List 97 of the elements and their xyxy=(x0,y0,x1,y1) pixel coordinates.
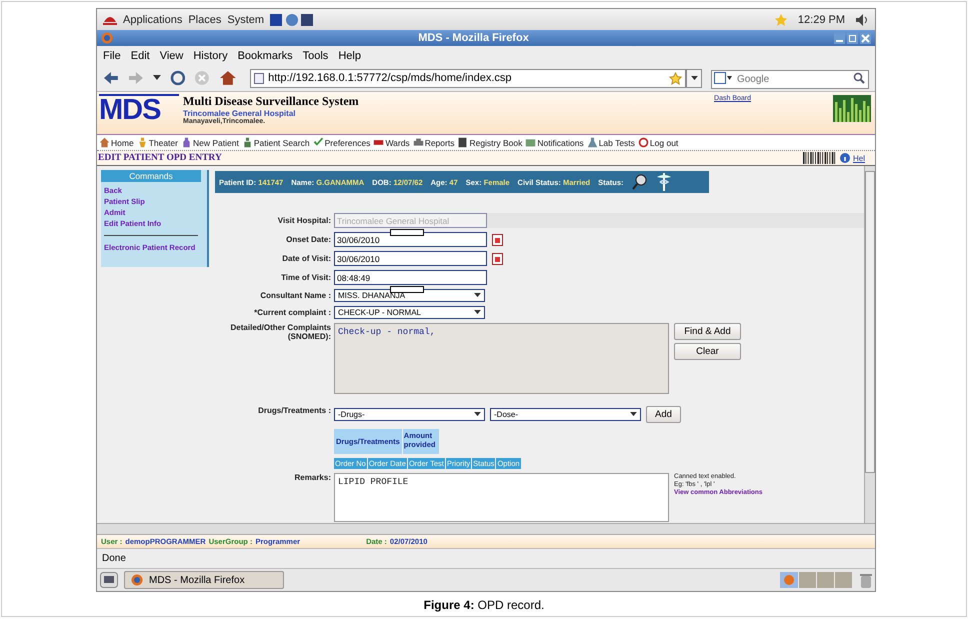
calendar-icon[interactable] xyxy=(492,234,503,246)
field-label: Date of Visit: xyxy=(281,254,331,263)
hospital-name: Trincomalee General Hospital xyxy=(183,109,296,118)
nav-link[interactable]: Registry Book xyxy=(457,137,522,148)
caret-icon xyxy=(474,293,481,298)
page-icon xyxy=(254,72,264,84)
menu-item[interactable]: File xyxy=(103,50,121,62)
globe-icon xyxy=(101,32,113,44)
caret-icon xyxy=(474,412,481,417)
maximize-icon[interactable] xyxy=(847,32,858,44)
commands-header: Commands xyxy=(101,170,201,182)
barcode-icon xyxy=(802,152,837,164)
trash-icon[interactable] xyxy=(860,572,872,588)
caret-icon[interactable] xyxy=(152,75,161,81)
logo: MDS xyxy=(99,94,179,124)
workspace-switcher-icon[interactable] xyxy=(780,572,854,588)
date-field[interactable]: 30/06/2010 xyxy=(334,251,487,266)
minimize-icon[interactable] xyxy=(834,32,845,44)
checkmark-icon xyxy=(312,137,324,148)
panel-menu[interactable]: Places xyxy=(188,14,222,26)
status-text: Done xyxy=(102,553,126,564)
remarks-textarea[interactable]: LIPID PROFILE xyxy=(334,473,669,522)
field-label: Consultant Name : xyxy=(259,291,331,300)
reload-icon[interactable] xyxy=(170,70,186,86)
form-button[interactable]: Find & Add xyxy=(674,323,741,340)
drugs-select[interactable]: -Drugs- xyxy=(334,408,485,421)
nav-link[interactable]: Notifications xyxy=(525,137,584,148)
window-title: MDS - Mozilla Firefox xyxy=(417,32,530,44)
engine-icon[interactable] xyxy=(714,72,732,84)
form-button[interactable]: Clear xyxy=(674,343,741,360)
help-link[interactable]: Hel xyxy=(852,154,865,162)
field-label: Detailed/Other Complaints (SNOMED): xyxy=(230,323,331,341)
caret-icon xyxy=(474,310,481,315)
star-icon[interactable] xyxy=(669,72,682,84)
star-icon[interactable] xyxy=(774,12,788,26)
complaints-textarea[interactable]: Check-up - normal, xyxy=(334,323,669,394)
text-field[interactable]: 08:48:49 xyxy=(334,270,487,285)
taskbar-window-button[interactable]: MDS - Mozilla Firefox xyxy=(124,571,284,589)
nav-link[interactable]: Theater xyxy=(136,137,178,148)
page-title: EDIT PATIENT OPD ENTRY xyxy=(98,153,222,163)
menu-item[interactable]: Tools xyxy=(302,50,328,62)
magnifier-icon[interactable] xyxy=(632,174,648,190)
no-sign-icon xyxy=(638,137,649,148)
caret-icon xyxy=(630,412,637,417)
speaker-icon[interactable] xyxy=(855,12,869,26)
redaction-box xyxy=(390,286,424,293)
caret-icon xyxy=(690,76,698,80)
menu-item[interactable]: View xyxy=(160,50,184,62)
nav-link[interactable]: Reports xyxy=(412,137,454,148)
bar-chart-icon[interactable] xyxy=(833,95,871,122)
nav-link[interactable]: Log out xyxy=(638,137,678,148)
field-label: Remarks: xyxy=(294,473,331,482)
field-label: *Current complaint : xyxy=(253,308,331,317)
house-icon xyxy=(99,137,110,148)
system-title: Multi Disease Surveillance System xyxy=(183,94,359,109)
flask-icon xyxy=(586,137,598,148)
figure-caption: Figure 4: OPD record. xyxy=(422,598,546,612)
address-field[interactable]: http://192.168.0.1:57772/csp/mds/home/index.csp xyxy=(250,68,686,88)
redaction-box xyxy=(390,229,424,236)
panel-menu[interactable]: Applications xyxy=(123,14,182,26)
nav-link[interactable]: Lab Tests xyxy=(586,137,635,148)
nav-link[interactable]: Wards xyxy=(373,137,410,148)
help-icon[interactable] xyxy=(840,153,850,163)
select-field[interactable]: MISS. DHANANJA xyxy=(334,289,485,302)
search-icon[interactable] xyxy=(852,72,865,84)
menu-item[interactable]: Bookmarks xyxy=(238,50,293,62)
field-label: Time of Visit: xyxy=(280,273,331,282)
nav-link[interactable]: Patient Search xyxy=(242,137,310,148)
globe-icon xyxy=(131,574,143,586)
bottle-icon xyxy=(180,137,192,148)
close-icon[interactable] xyxy=(860,32,871,44)
nav-link[interactable]: Preferences xyxy=(312,137,370,148)
select-field[interactable]: CHECK-UP - NORMAL xyxy=(334,306,485,319)
nav-link[interactable]: New Patient xyxy=(180,137,239,148)
dose-select[interactable]: -Dose- xyxy=(490,408,641,421)
menu-item[interactable]: Help xyxy=(338,50,361,62)
menu-item[interactable]: History xyxy=(193,50,228,62)
add-button[interactable]: Add xyxy=(646,406,681,423)
field-label: Visit Hospital: xyxy=(276,216,331,225)
flag-icon xyxy=(373,137,384,148)
calendar-icon[interactable] xyxy=(492,252,503,264)
caduceus-icon[interactable] xyxy=(656,173,672,191)
horizontal-scrollbar[interactable] xyxy=(97,523,875,535)
app-launcher-icon[interactable] xyxy=(270,12,314,26)
vertical-scrollbar[interactable] xyxy=(864,166,875,523)
home-icon[interactable] xyxy=(219,70,238,86)
field-label: Drugs/Treatments : xyxy=(257,406,331,415)
nav-link[interactable]: Home xyxy=(99,137,134,148)
back-icon[interactable] xyxy=(103,71,119,85)
menu-item[interactable]: Edit xyxy=(130,50,150,62)
desktop-icon[interactable] xyxy=(100,572,118,588)
panel-clock[interactable]: 12:29 PM xyxy=(798,14,845,26)
date-field[interactable]: 30/06/2010 xyxy=(334,232,487,247)
panel-menu[interactable]: System xyxy=(227,14,264,26)
dropdown-button[interactable] xyxy=(686,68,702,88)
search-field[interactable]: Google xyxy=(710,70,869,88)
field-label: Onset Date: xyxy=(285,235,331,244)
